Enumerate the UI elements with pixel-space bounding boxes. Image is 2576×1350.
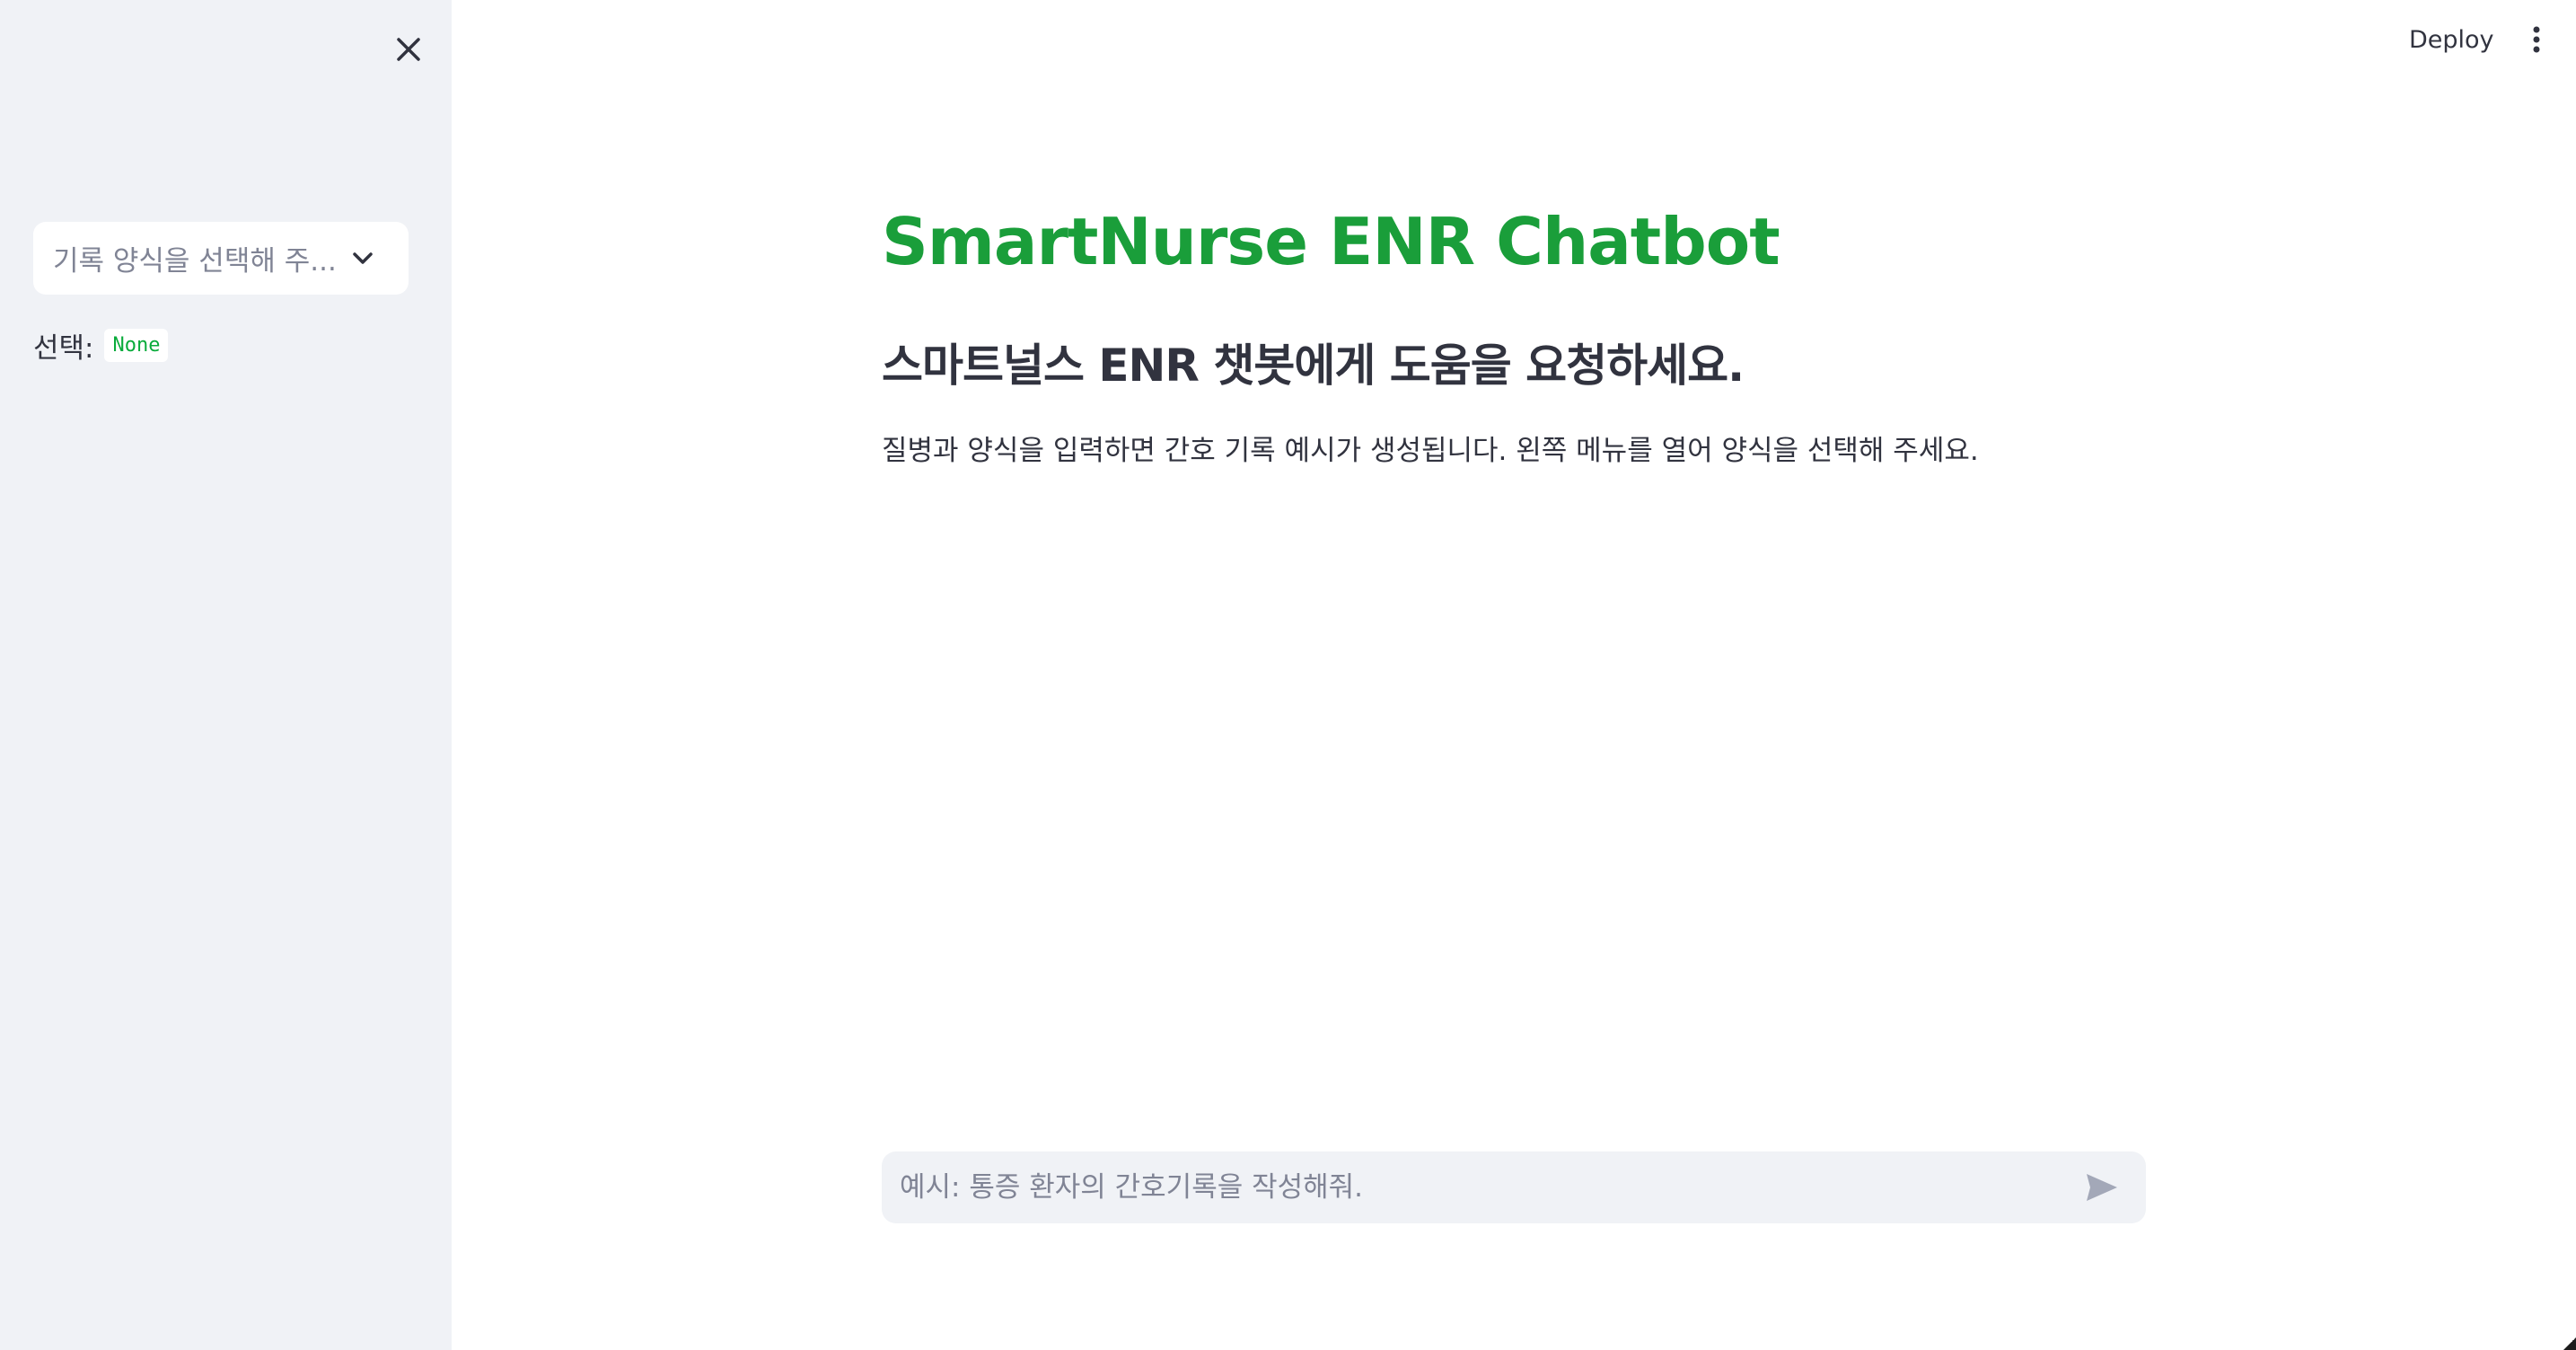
deploy-button[interactable]: Deploy	[2393, 18, 2510, 61]
form-type-select-placeholder: 기록 양식을 선택해 주...	[53, 245, 337, 278]
page-title: SmartNurse ENR Chatbot	[882, 204, 1780, 279]
close-icon	[397, 38, 420, 61]
send-icon	[2087, 1174, 2117, 1201]
page-subtitle: 스마트널스 ENR 챗봇에게 도움을 요청하세요.	[882, 340, 1745, 392]
sidebar: 기록 양식을 선택해 주... 선택: None	[0, 0, 452, 1350]
send-button[interactable]	[2079, 1165, 2124, 1210]
page-description: 질병과 양식을 입력하면 간호 기록 예시가 생성됩니다. 왼쪽 메뉴를 열어 …	[882, 435, 1979, 467]
chat-input[interactable]	[898, 1170, 2079, 1204]
selection-value: None	[104, 329, 169, 362]
chevron-down-icon	[349, 245, 376, 272]
kebab-menu-icon	[2533, 26, 2540, 53]
main-menu-button[interactable]	[2517, 18, 2556, 61]
close-sidebar-button[interactable]	[382, 22, 435, 76]
window-corner	[2563, 1337, 2576, 1350]
selection-label: 선택:	[33, 332, 94, 365]
form-type-select[interactable]: 기록 양식을 선택해 주...	[33, 222, 409, 295]
chat-input-container	[882, 1151, 2146, 1223]
selection-status: 선택: None	[33, 325, 169, 366]
